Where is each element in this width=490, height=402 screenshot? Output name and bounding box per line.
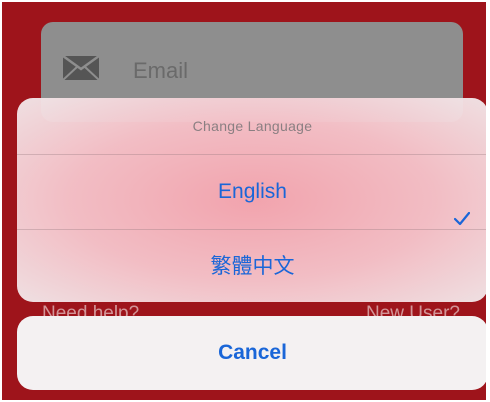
- envelope-icon: [62, 54, 100, 81]
- option-label: 繁體中文: [210, 255, 295, 278]
- login-screen: Email Need help? New User? Change Langua…: [2, 2, 486, 400]
- sheet-title: Change Language: [17, 98, 486, 155]
- checkmark-icon: [453, 183, 471, 226]
- email-placeholder: Email: [133, 58, 189, 83]
- option-label: English: [218, 180, 287, 203]
- option-english[interactable]: English: [17, 155, 486, 230]
- cancel-button[interactable]: Cancel: [17, 316, 486, 390]
- language-action-sheet: Change Language English 繁體中文: [17, 98, 486, 302]
- option-traditional-chinese[interactable]: 繁體中文: [17, 230, 486, 302]
